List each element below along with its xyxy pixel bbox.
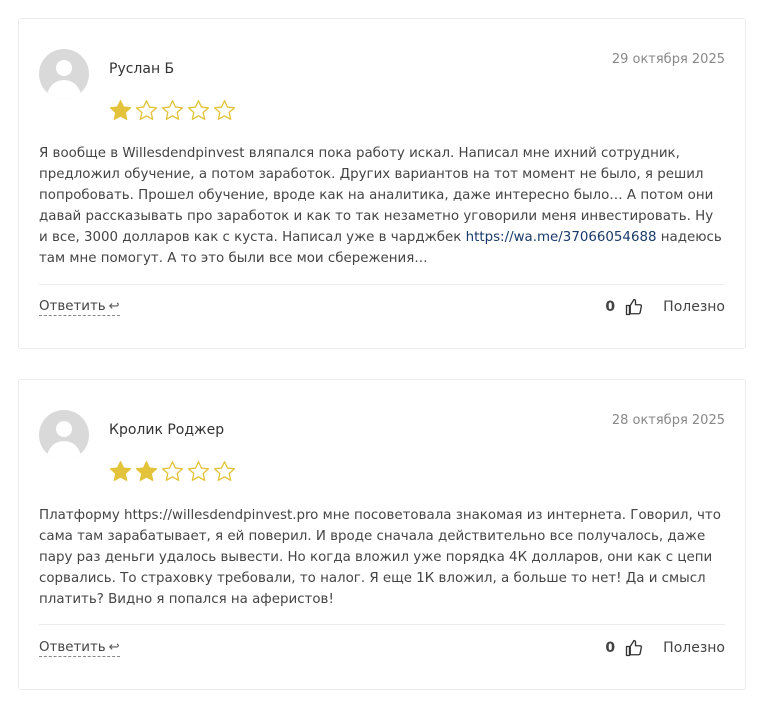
helpful-count: 0 (605, 640, 616, 656)
star-rating (109, 460, 236, 483)
review-text: Я вообще в Willesdendpinvest вляпался по… (39, 146, 722, 266)
divider (39, 284, 725, 285)
whatsapp-link[interactable]: https://wa.me/37066054688 (466, 230, 657, 245)
star-outline-icon (135, 100, 158, 120)
star-outline-icon (187, 100, 210, 120)
user-placeholder-icon (56, 421, 72, 437)
review-date: 29 октября 2025 (611, 52, 725, 67)
user-placeholder-icon (56, 60, 72, 76)
star-filled-icon (135, 461, 158, 481)
star-outline-icon (187, 461, 210, 481)
thumbs-up-icon[interactable] (625, 298, 643, 316)
avatar (39, 49, 89, 99)
reply-button[interactable]: Ответить ↩ (39, 640, 120, 657)
reply-label: Ответить (39, 639, 106, 655)
review-text: Платформу https://willesdendpinvest.pro … (39, 508, 721, 607)
reply-arrow-icon: ↩ (108, 298, 120, 314)
review-author: Кролик Роджер (109, 422, 225, 438)
helpful-button[interactable]: Полезно (663, 299, 725, 315)
helpful-section: 0 Полезно (605, 639, 725, 657)
star-outline-icon (213, 461, 236, 481)
star-filled-icon (109, 461, 132, 481)
star-filled-icon (109, 100, 132, 120)
helpful-count: 0 (605, 299, 616, 315)
review-card: Руслан Б 29 октября 2025 Я вообще в Will… (18, 18, 746, 349)
reply-button[interactable]: Ответить ↩ (39, 299, 120, 316)
star-outline-icon (161, 100, 184, 120)
helpful-section: 0 Полезно (605, 298, 725, 316)
review-author: Руслан Б (109, 61, 175, 77)
avatar (39, 410, 89, 460)
helpful-button[interactable]: Полезно (663, 640, 725, 656)
thumbs-up-icon[interactable] (625, 639, 643, 657)
review-card: Кролик Роджер 28 октября 2025 Платформу … (18, 379, 746, 690)
reply-arrow-icon: ↩ (108, 639, 120, 655)
star-outline-icon (213, 100, 236, 120)
reply-label: Ответить (39, 298, 106, 314)
star-rating (109, 99, 236, 122)
divider (39, 624, 725, 625)
review-date: 28 октября 2025 (611, 413, 725, 428)
star-outline-icon (161, 461, 184, 481)
